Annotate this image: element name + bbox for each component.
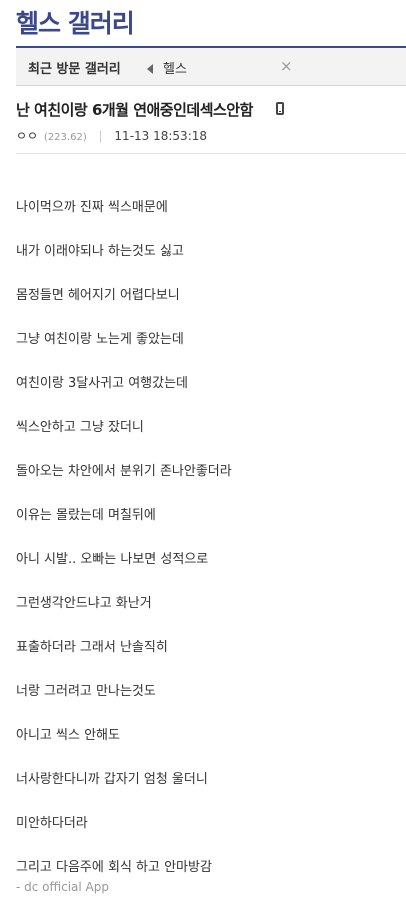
post-line: 여친이랑 3달사귀고 여행갔는데 [16,376,189,391]
post-author-ip: (223.62) [43,132,87,143]
post-line: 아니고 씩스 안해도 [16,728,120,743]
recent-gallery-item-health[interactable]: 헬스 [163,58,187,77]
close-icon[interactable]: × [280,57,293,75]
post-line: 내가 이래야되나 하는것도 싫고 [16,244,184,259]
gallery-title[interactable]: 헬스 갤러리 [16,4,135,40]
post-line: 너랑 그러려고 만나는것도 [16,684,156,699]
mobile-icon [276,102,284,115]
caret-left-icon [147,64,153,74]
post-line: 미안하다더라 [16,816,88,831]
post-line: 돌아오는 차안에서 분위기 존나안좋더라 [16,464,232,479]
page: 헬스 갤러리 최근 방문 갤러리 헬스 × 난 여친이랑 6개월 연애중인데섹스… [0,0,406,902]
post-line: 그런생각안드냐고 화난거 [16,596,152,611]
post-line: 그냥 여친이랑 노는게 좋았는데 [16,332,184,347]
post-line: 너사랑한다니까 갑자기 엄청 울더니 [16,772,208,787]
post-line: 몸정들면 헤어지기 어렵다보니 [16,288,180,303]
divider [16,153,406,154]
post-line: 이유는 몰랐는데 며칠뒤에 [16,508,156,523]
post-line: 나이먹으까 진짜 씩스매문에 [16,200,168,215]
post-datetime: 11-13 18:53:18 [114,129,207,143]
recent-gallery-bar: 최근 방문 갤러리 헬스 × [16,46,406,86]
post-line: 씩스안하고 그냥 잤더니 [16,420,144,435]
post-line: 아니 시발.. 오빠는 나보면 성적으로 [16,552,209,567]
app-signature: - dc official App [16,880,109,894]
post-author[interactable]: ㅇㅇ [16,129,38,143]
post-body: 나이먹으까 진짜 씩스매문에 내가 이래야되나 하는것도 싫고 몸정들면 헤어지… [16,198,396,902]
post-title: 난 여친이랑 6개월 연애중인데섹스안함 [16,101,253,119]
recent-gallery-label: 최근 방문 갤러리 [28,62,121,77]
meta-separator: | [98,129,103,143]
post-line: 표출하더라 그래서 난솔직히 [16,640,168,655]
post-meta: ㅇㅇ (223.62) | 11-13 18:53:18 [16,127,207,144]
